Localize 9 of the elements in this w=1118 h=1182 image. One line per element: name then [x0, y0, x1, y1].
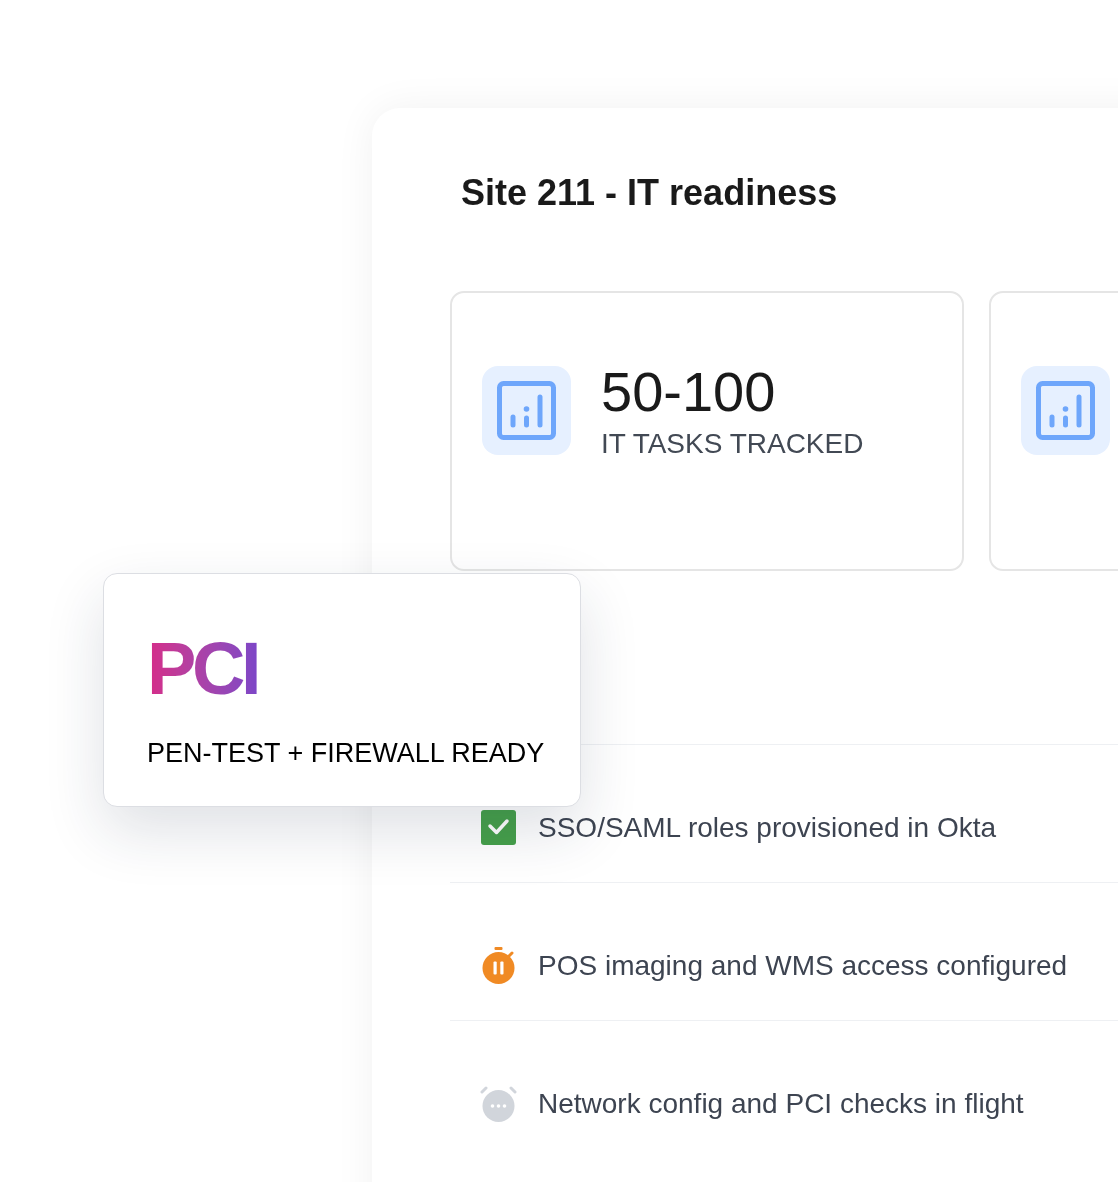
- stat-label: IT TASKS TRACKED: [601, 427, 864, 461]
- checklist-item-text: POS imaging and WMS access configured: [538, 951, 1068, 980]
- stat-value: 50-100: [601, 364, 776, 420]
- checklist-item-text: SSO/SAML roles provisioned in Okta: [538, 813, 997, 842]
- checklist-item-text: Network config and PCI checks in flight: [538, 1089, 1024, 1118]
- bar-chart-icon: [482, 366, 571, 455]
- pci-caption: PEN-TEST + FIREWALL READY: [147, 737, 545, 769]
- panel-title: Site 211 - IT readiness: [461, 171, 838, 215]
- bar-chart-icon: [1021, 366, 1110, 455]
